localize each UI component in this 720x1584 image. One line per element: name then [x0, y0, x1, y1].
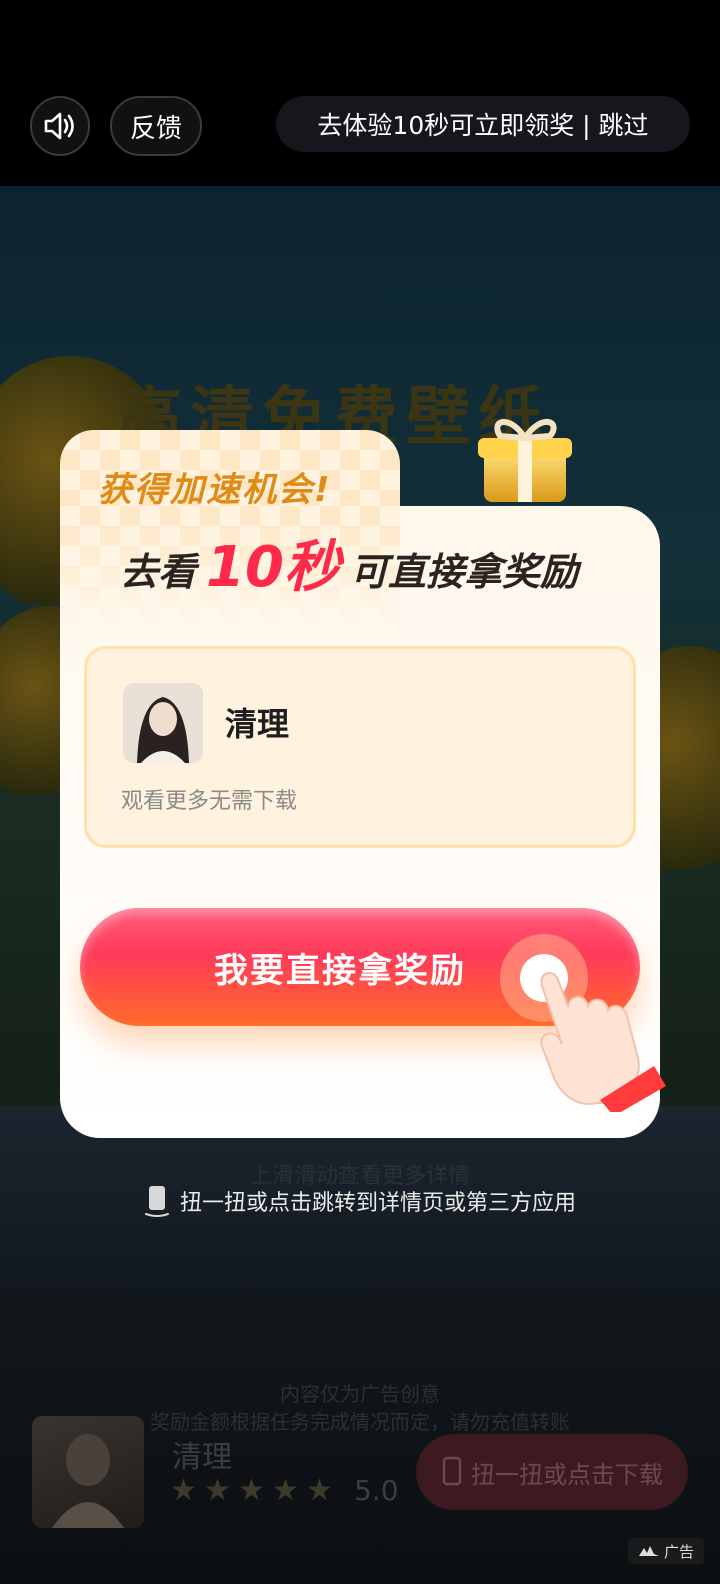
rating-value: 5.0: [354, 1474, 399, 1507]
tap-hand-icon: [500, 934, 666, 1112]
star-icon: ★: [306, 1472, 333, 1508]
speaker-volume-icon: [44, 112, 74, 140]
subline-highlight: 10秒: [206, 535, 340, 600]
bottom-app-name: 清理: [172, 1440, 232, 1475]
disclaimer-line-1: 内容仅为广告创意: [280, 1382, 440, 1406]
gift-box-icon: [478, 418, 572, 502]
subline-suffix: 可直接拿奖励: [349, 550, 578, 594]
download-button[interactable]: 扭一扭或点击下载: [416, 1434, 688, 1510]
rating-stars: ★ ★ ★ ★ ★ 5.0: [170, 1474, 399, 1507]
app-avatar: [123, 683, 203, 763]
skip-ad-button[interactable]: 去体验10秒可立即领奖 | 跳过: [276, 96, 690, 152]
phone-shake-icon: [442, 1456, 462, 1486]
sound-toggle-button[interactable]: [30, 96, 90, 156]
claim-reward-label: 我要直接拿奖励: [214, 950, 466, 991]
app-thumbnail[interactable]: [32, 1416, 144, 1528]
app-info-box[interactable]: 清理 观看更多无需下载: [84, 646, 636, 848]
modal-subline: 去看 10秒 可直接拿奖励: [120, 540, 620, 596]
app-description: 观看更多无需下载: [121, 789, 298, 814]
star-icon: ★: [204, 1472, 231, 1508]
shake-hint: 扭一扭或点击跳转到详情页或第三方应用: [0, 1184, 720, 1218]
app-name: 清理: [225, 705, 290, 743]
subline-prefix: 去看: [120, 550, 197, 594]
ad-logo-icon: [638, 1546, 659, 1556]
top-bar: [0, 0, 720, 186]
star-icon: ★: [170, 1472, 197, 1508]
download-button-label: 扭一扭或点击下载: [471, 1460, 663, 1489]
star-icon: ★: [272, 1472, 299, 1508]
feedback-button[interactable]: 反馈: [110, 96, 202, 156]
modal-headline: 获得加速机会!: [98, 470, 332, 510]
star-icon: ★: [238, 1472, 265, 1508]
ad-label-text: 广告: [663, 1542, 694, 1561]
ad-label: 广告: [628, 1538, 704, 1564]
phone-shake-icon: [144, 1186, 169, 1217]
shake-hint-text: 扭一扭或点击跳转到详情页或第三方应用: [179, 1191, 576, 1216]
